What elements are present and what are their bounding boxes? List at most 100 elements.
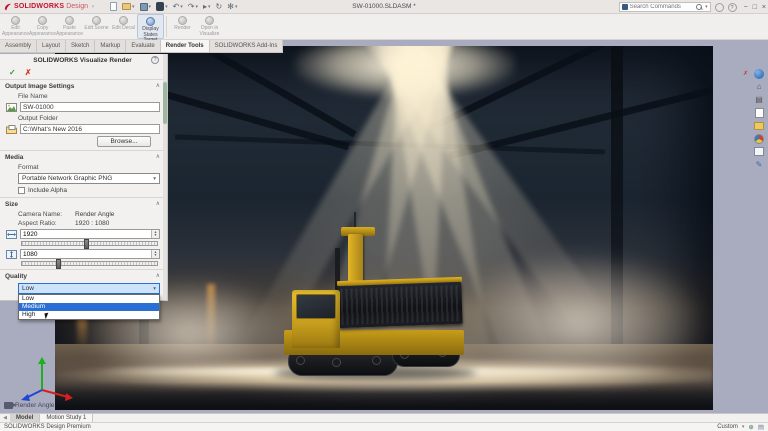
- width-slider[interactable]: [21, 241, 158, 246]
- search-caret-icon[interactable]: ▾: [705, 4, 708, 10]
- file-explorer-icon[interactable]: [754, 107, 765, 118]
- height-slider-thumb[interactable]: [56, 259, 61, 269]
- width-slider-thumb[interactable]: [84, 239, 89, 249]
- accept-button[interactable]: ✓: [9, 68, 16, 77]
- open-in-visualize-button[interactable]: Open in Visualize: [196, 14, 223, 39]
- collapse-icon[interactable]: ∧: [156, 81, 160, 92]
- collapse-icon[interactable]: ∧: [156, 152, 160, 163]
- select-cursor-icon: ▸: [203, 2, 207, 12]
- edit-scene-button[interactable]: Edit Scene: [83, 14, 110, 39]
- quality-option-low[interactable]: Low: [19, 295, 159, 303]
- design-library-icon[interactable]: ▤: [754, 94, 765, 105]
- collapse-icon[interactable]: ∧: [156, 199, 160, 210]
- caret-down-icon: ▾: [180, 4, 183, 10]
- edit-appearance-button[interactable]: Edit Appearance: [2, 14, 29, 39]
- titlebar-right: ▾ ? − □ ×: [619, 1, 766, 13]
- panel-help-icon[interactable]: ?: [151, 56, 159, 64]
- quality-option-medium[interactable]: Medium: [19, 303, 159, 311]
- tab-evaluate[interactable]: Evaluate: [126, 40, 160, 53]
- app-menu-expand-icon[interactable]: ›: [92, 4, 94, 10]
- tab-scroll-left-icon[interactable]: ◀: [0, 414, 10, 422]
- tab-assembly[interactable]: Assembly: [0, 40, 37, 53]
- media-header[interactable]: Media ∧: [5, 152, 160, 163]
- quality-select[interactable]: Low ▾ Low Medium High: [18, 283, 160, 294]
- gear-icon: ✻: [227, 2, 234, 12]
- tab-markup[interactable]: Markup: [95, 40, 126, 53]
- edit-decal-button[interactable]: Edit Decal: [110, 14, 137, 39]
- visualize-icon: [205, 16, 214, 25]
- quick-access-toolbar: ▾ ▾ ▾ ↶▾ ↷▾ ▸▾ ↻ ✻▾: [108, 1, 239, 13]
- include-alpha-row[interactable]: Include Alpha: [18, 186, 160, 195]
- redo-button[interactable]: ↷▾: [186, 1, 200, 13]
- width-input[interactable]: [20, 229, 160, 239]
- world-icon[interactable]: ⊕: [748, 423, 753, 431]
- render-button[interactable]: Render: [169, 14, 196, 39]
- height-input[interactable]: [20, 249, 160, 259]
- resources-home-icon[interactable]: ⌂: [754, 81, 765, 92]
- tab-sketch[interactable]: Sketch: [66, 40, 95, 53]
- height-slider[interactable]: [21, 261, 158, 266]
- format-label: Format: [18, 163, 160, 172]
- forum-pencil-icon[interactable]: ✎: [754, 159, 765, 170]
- search-box[interactable]: ▾: [619, 2, 711, 12]
- caret-down-icon: ▾: [208, 4, 211, 10]
- panel-toggle-icon[interactable]: ▤: [758, 423, 764, 431]
- file-name-input[interactable]: [20, 102, 160, 112]
- custom-properties-icon[interactable]: [754, 146, 765, 157]
- size-header[interactable]: Size ∧: [5, 199, 160, 210]
- quality-header[interactable]: Quality ∧: [5, 271, 160, 282]
- chevron-down-icon: ▾: [153, 286, 156, 292]
- appearances-icon[interactable]: [754, 133, 765, 144]
- units-selector[interactable]: Custom: [717, 424, 738, 430]
- tab-model[interactable]: Model: [10, 414, 40, 422]
- output-image-settings-header[interactable]: Output Image Settings ∧: [5, 81, 160, 92]
- height-spinner[interactable]: ▲▼: [151, 250, 159, 258]
- quality-option-high[interactable]: High: [19, 311, 159, 319]
- view-palette-icon[interactable]: [754, 120, 765, 131]
- command-tab-strip: Assembly Layout Sketch Markup Evaluate R…: [0, 40, 283, 54]
- select-button[interactable]: ▸▾: [201, 1, 213, 13]
- browse-button[interactable]: Browse...: [97, 136, 151, 147]
- folder-icon: [5, 124, 17, 134]
- tab-motion-study-1[interactable]: Motion Study 1: [40, 414, 93, 422]
- solidworks-window: SOLIDWORKS Design › ▾ ▾ ▾ ↶▾ ↷▾ ▸▾ ↻ ✻▾ …: [0, 0, 768, 431]
- undo-icon: ↶: [173, 2, 180, 12]
- search-input[interactable]: [630, 4, 694, 10]
- width-spinner[interactable]: ▲▼: [151, 230, 159, 238]
- display-states-target-button[interactable]: Display States Target: [137, 14, 164, 39]
- format-select[interactable]: Portable Network Graphic PNG ▾: [18, 173, 160, 184]
- undo-button[interactable]: ↶▾: [171, 1, 185, 13]
- copy-appearance-button[interactable]: Copy Appearance: [29, 14, 56, 39]
- chevron-down-icon: ▾: [153, 176, 156, 182]
- restore-button[interactable]: □: [753, 4, 757, 11]
- publish-icon: [156, 2, 164, 11]
- new-button[interactable]: [108, 1, 119, 13]
- tab-solidworks-add-ins[interactable]: SOLIDWORKS Add-Ins: [210, 40, 284, 53]
- save-button[interactable]: ▾: [138, 1, 154, 13]
- publish-button[interactable]: ▾: [154, 1, 170, 13]
- login-icon[interactable]: [715, 3, 724, 12]
- search-icon[interactable]: [696, 4, 703, 11]
- output-folder-input[interactable]: [20, 124, 160, 134]
- collapse-icon[interactable]: ∧: [156, 271, 160, 282]
- panel-scrollbar-thumb[interactable]: [163, 82, 167, 124]
- help-icon[interactable]: ?: [728, 3, 737, 12]
- cancel-button[interactable]: ✗: [25, 68, 32, 77]
- drill-rig-model[interactable]: [280, 246, 470, 386]
- panel-scrollbar[interactable]: [163, 54, 167, 300]
- paste-appearance-button[interactable]: Paste Appearance: [56, 14, 83, 39]
- 3dexperience-icon[interactable]: [754, 68, 765, 79]
- close-button[interactable]: ×: [762, 4, 766, 11]
- app-menu[interactable]: SOLIDWORKS Design ›: [0, 3, 94, 11]
- ribbon-separator: [166, 16, 167, 37]
- open-button[interactable]: ▾: [120, 1, 137, 13]
- include-alpha-checkbox[interactable]: [18, 187, 25, 194]
- units-caret-icon[interactable]: ▾: [742, 424, 745, 430]
- rebuild-button[interactable]: ↻: [214, 1, 225, 13]
- tab-render-tools[interactable]: Render Tools: [161, 40, 210, 53]
- rebuild-icon: ↻: [216, 2, 223, 12]
- options-button[interactable]: ✻▾: [225, 1, 239, 13]
- tab-layout[interactable]: Layout: [37, 40, 66, 53]
- minimize-button[interactable]: −: [744, 4, 748, 11]
- image-file-icon: [5, 102, 17, 112]
